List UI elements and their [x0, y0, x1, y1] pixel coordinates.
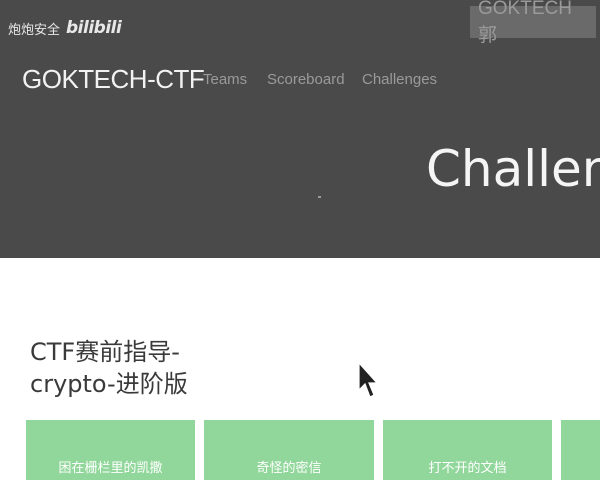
decorative-dot — [318, 196, 321, 198]
challenge-card[interactable] — [561, 420, 600, 480]
category-title-line-1: CTF赛前指导- — [30, 338, 180, 366]
challenge-card-label: 困在栅栏里的凯撒 — [58, 461, 163, 476]
nav-challenges[interactable]: Challenges — [362, 71, 437, 88]
challenge-card-label: 打不开的文档 — [428, 461, 507, 476]
challenge-card-label: 奇怪的密信 — [256, 461, 322, 476]
brand-logo[interactable]: GOKTECH-CTF — [22, 64, 205, 95]
challenge-card[interactable]: 奇怪的密信 — [204, 420, 374, 480]
challenge-card[interactable]: 打不开的文档 — [383, 420, 552, 480]
bilibili-logo: bilibili — [66, 18, 122, 38]
mouse-cursor-icon — [358, 361, 379, 404]
watermark-channel-name: 炮炮安全 — [8, 22, 61, 38]
challenge-card[interactable]: 困在栅栏里的凯撒 — [26, 420, 195, 480]
nav-scoreboard[interactable]: Scoreboard — [267, 71, 345, 88]
category-title-line-2: crypto-进阶版 — [30, 370, 188, 398]
category-title: CTF赛前指导- crypto-进阶版 — [30, 336, 188, 400]
overlay-watermark: GOKTECH 郭 — [470, 0, 596, 46]
video-watermark: 炮炮安全 bilibili — [8, 18, 122, 38]
page-title: Challen — [426, 140, 600, 198]
nav-teams[interactable]: Teams — [203, 71, 247, 88]
header-bar: 炮炮安全 bilibili GOKTECH 郭 GOKTECH-CTF Team… — [0, 0, 600, 258]
